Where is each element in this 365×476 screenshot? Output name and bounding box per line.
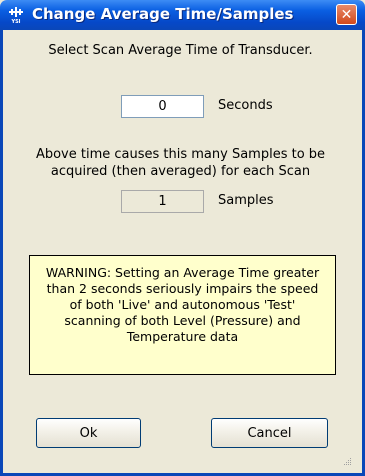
ysi-logo-icon: YSI — [9, 7, 23, 24]
dialog-window: YSI Change Average Time/Samples ✕ Select… — [0, 0, 365, 476]
title-bar[interactable]: YSI Change Average Time/Samples ✕ — [0, 0, 365, 30]
close-button[interactable]: ✕ — [336, 4, 357, 25]
svg-text:YSI: YSI — [10, 19, 20, 24]
window-frame — [0, 30, 365, 476]
window-title: Change Average Time/Samples — [32, 5, 294, 23]
close-icon: ✕ — [340, 6, 353, 23]
